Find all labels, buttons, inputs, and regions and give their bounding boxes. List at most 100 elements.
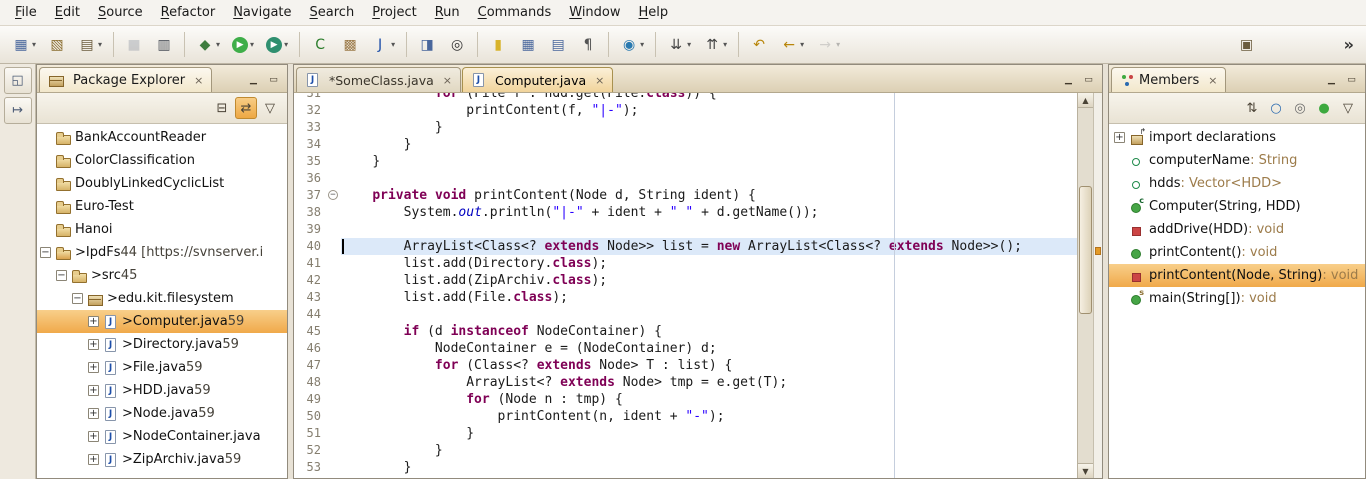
annotation-marker[interactable] <box>1095 247 1101 255</box>
code-text[interactable]: } <box>341 459 1077 476</box>
view-menu-icon[interactable]: ▽ <box>259 97 281 119</box>
view-menu-icon[interactable]: ▽ <box>1337 97 1359 119</box>
scroll-down-icon[interactable]: ▼ <box>1078 463 1093 478</box>
code-text[interactable] <box>341 306 1077 323</box>
new-java-package-icon[interactable]: ▩ <box>336 31 364 59</box>
code-text[interactable]: NodeContainer e = (NodeContainer) d; <box>341 340 1077 357</box>
tree-item-edu-kit-filesystem[interactable]: −> edu.kit.filesystem <box>37 287 287 310</box>
menu-help[interactable]: Help <box>630 1 678 24</box>
line-number[interactable]: 49 <box>294 391 326 408</box>
line-number[interactable]: 46 <box>294 340 326 357</box>
code-text[interactable]: ArrayList<? extends Node> tmp = e.get(T)… <box>341 374 1077 391</box>
save-icon[interactable]: ■ <box>120 31 148 59</box>
code-line-40[interactable]: 40 ArrayList<Class<? extends Node>> list… <box>294 238 1077 255</box>
dropdown-arrow-icon[interactable]: ▾ <box>723 40 727 49</box>
dropdown-arrow-icon[interactable]: ▾ <box>32 40 36 49</box>
code-line-52[interactable]: 52 } <box>294 442 1077 459</box>
code-line-51[interactable]: 51 } <box>294 425 1077 442</box>
line-number[interactable]: 51 <box>294 425 326 442</box>
collapse-icon[interactable]: − <box>72 293 83 304</box>
show-annotations-icon[interactable]: ▦ <box>514 31 542 59</box>
tree-item-colorclassification[interactable]: ColorClassification <box>37 149 287 172</box>
close-view-icon[interactable]: × <box>194 74 203 87</box>
tree-item-doublylinkedcycliclist[interactable]: DoublyLinkedCyclicList <box>37 172 287 195</box>
line-number[interactable]: 32 <box>294 102 326 119</box>
dropdown-arrow-icon[interactable]: ▾ <box>687 40 691 49</box>
line-number[interactable]: 31 <box>294 93 326 102</box>
scroll-up-icon[interactable]: ▲ <box>1078 93 1093 108</box>
tree-item-bankaccountreader[interactable]: BankAccountReader <box>37 126 287 149</box>
last-edit-location-icon[interactable]: ↶ <box>745 31 773 59</box>
line-number[interactable]: 39 <box>294 221 326 238</box>
code-line-42[interactable]: 42 list.add(ZipArchiv.class); <box>294 272 1077 289</box>
code-text[interactable] <box>341 221 1077 238</box>
expand-icon[interactable]: + <box>88 454 99 465</box>
editor-vertical-scrollbar[interactable]: ▲ ▼ <box>1077 93 1093 478</box>
code-line-45[interactable]: 45 if (d instanceof NodeContainer) { <box>294 323 1077 340</box>
dropdown-arrow-icon[interactable]: ▾ <box>98 40 102 49</box>
line-number[interactable]: 33 <box>294 119 326 136</box>
debug-icon[interactable]: ◆▾ <box>191 31 225 59</box>
line-number[interactable]: 50 <box>294 408 326 425</box>
line-number[interactable]: 43 <box>294 289 326 306</box>
expand-icon[interactable]: + <box>88 385 99 396</box>
code-text[interactable]: if (d instanceof NodeContainer) { <box>341 323 1077 340</box>
tree-item-file-java[interactable]: +J> File.java 59 <box>37 356 287 379</box>
open-type-icon[interactable]: ◨ <box>413 31 441 59</box>
editor-tab-someclass-java[interactable]: J*SomeClass.java× <box>296 67 461 92</box>
code-text[interactable]: private void printContent(Node d, String… <box>341 187 1077 204</box>
code-line-46[interactable]: 46 NodeContainer e = (NodeContainer) d; <box>294 340 1077 357</box>
code-text[interactable]: list.add(ZipArchiv.class); <box>341 272 1077 289</box>
minimize-view-icon[interactable]: ▁ <box>1323 72 1340 87</box>
line-number[interactable]: 48 <box>294 374 326 391</box>
line-number[interactable]: 38 <box>294 204 326 221</box>
sort-members-icon[interactable]: ⇅ <box>1241 97 1263 119</box>
close-view-icon[interactable]: × <box>1208 74 1217 87</box>
code-column[interactable]: 31 for (File f : hdd.get(File.class)) {3… <box>294 93 1077 478</box>
tree-item-directory-java[interactable]: +J> Directory.java 59 <box>37 333 287 356</box>
mark-occurrences-icon[interactable]: ▮ <box>484 31 512 59</box>
expand-icon[interactable]: + <box>1114 132 1125 143</box>
toolbar-overflow-icon[interactable]: » <box>1340 35 1358 54</box>
tree-item-ziparchiv-java[interactable]: +J> ZipArchiv.java 59 <box>37 448 287 471</box>
dropdown-arrow-icon[interactable]: ▾ <box>800 40 804 49</box>
back-icon[interactable]: ←▾ <box>775 31 809 59</box>
scrollbar-track[interactable] <box>1078 108 1093 463</box>
line-number[interactable]: 53 <box>294 459 326 476</box>
dropdown-arrow-icon[interactable]: ▾ <box>640 40 644 49</box>
tree-item-hdd-java[interactable]: +J> HDD.java 59 <box>37 379 287 402</box>
member-item-adddrive-hdd[interactable]: addDrive(HDD) : void <box>1109 218 1365 241</box>
tree-item-src[interactable]: −> src 45 <box>37 264 287 287</box>
line-number[interactable]: 41 <box>294 255 326 272</box>
show-whitespace-icon[interactable]: ¶ <box>574 31 602 59</box>
member-item-hdds[interactable]: hdds : Vector<HDD> <box>1109 172 1365 195</box>
tree-item-hanoi[interactable]: Hanoi <box>37 218 287 241</box>
member-item-printcontent-node-string[interactable]: printContent(Node, String) : void <box>1109 264 1365 287</box>
code-text[interactable]: printContent(n, ident + "-"); <box>341 408 1077 425</box>
code-text[interactable]: for (Class<? extends Node> T : list) { <box>341 357 1077 374</box>
new-java-class-icon[interactable]: C <box>306 31 334 59</box>
menu-window[interactable]: Window <box>560 1 629 24</box>
code-line-44[interactable]: 44 <box>294 306 1077 323</box>
menu-run[interactable]: Run <box>426 1 469 24</box>
code-line-32[interactable]: 32 printContent(f, "|-"); <box>294 102 1077 119</box>
dropdown-arrow-icon[interactable]: ▾ <box>250 40 254 49</box>
forward-icon[interactable]: →▾ <box>811 31 845 59</box>
line-number[interactable]: 47 <box>294 357 326 374</box>
expand-icon[interactable]: + <box>88 408 99 419</box>
filter-static-icon[interactable]: ◎ <box>1289 97 1311 119</box>
code-line-49[interactable]: 49 for (Node n : tmp) { <box>294 391 1077 408</box>
menu-search[interactable]: Search <box>301 1 364 24</box>
code-text[interactable]: } <box>341 442 1077 459</box>
collapse-icon[interactable]: − <box>40 247 51 258</box>
line-number[interactable]: 37 <box>294 187 326 204</box>
menu-commands[interactable]: Commands <box>469 1 561 24</box>
minimize-view-icon[interactable]: ▁ <box>245 72 262 87</box>
member-item-computer-string-hdd[interactable]: Computer(String, HDD) <box>1109 195 1365 218</box>
fold-collapse-icon[interactable]: − <box>328 190 338 200</box>
member-item-import-declarations[interactable]: +import declarations <box>1109 126 1365 149</box>
line-number[interactable]: 40 <box>294 238 326 255</box>
web-browser-icon[interactable]: ◉▾ <box>615 31 649 59</box>
member-item-printcontent[interactable]: printContent() : void <box>1109 241 1365 264</box>
code-line-43[interactable]: 43 list.add(File.class); <box>294 289 1077 306</box>
